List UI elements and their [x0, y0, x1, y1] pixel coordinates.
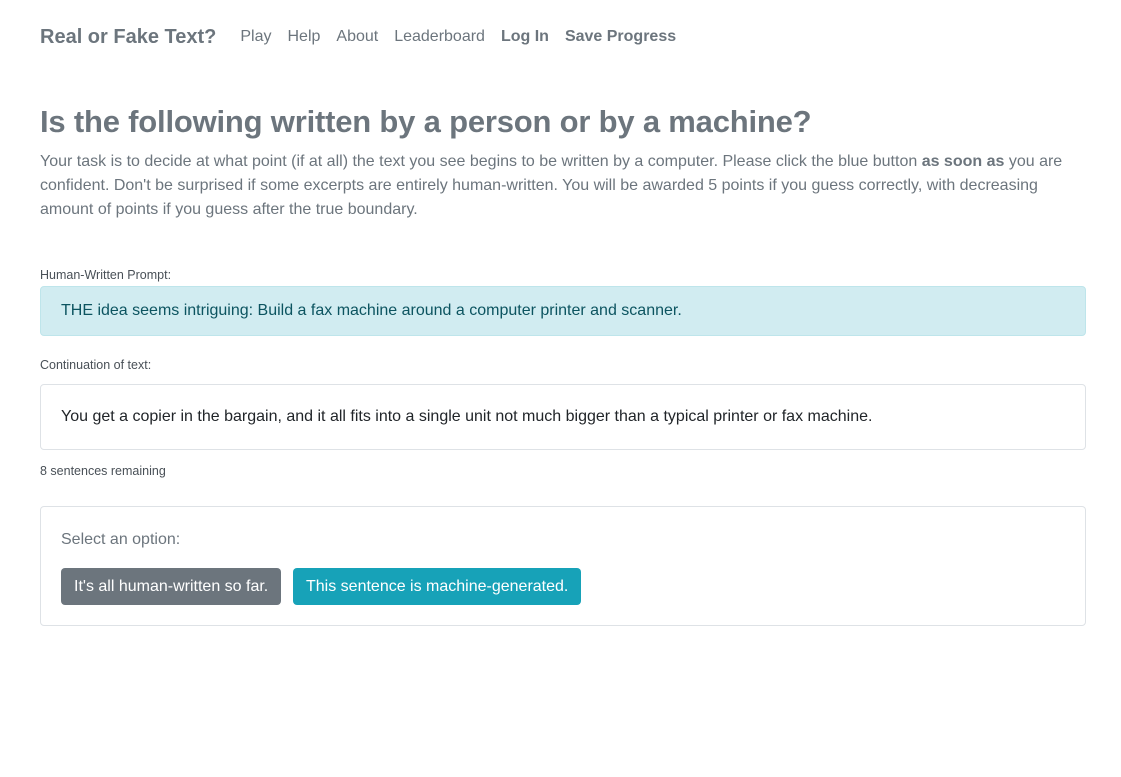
options-card: Select an option: It's all human-written…: [40, 506, 1086, 626]
continuation-box: You get a copier in the bargain, and it …: [40, 384, 1086, 450]
instructions-text-part1: Your task is to decide at what point (if…: [40, 153, 922, 170]
instructions-emphasis: as soon as: [921, 153, 1005, 170]
prompt-box: THE idea seems intriguing: Build a fax m…: [40, 286, 1086, 336]
machine-generated-button[interactable]: This sentence is machine-generated.: [293, 568, 582, 605]
nav-link-login[interactable]: Log In: [501, 28, 549, 46]
options-label: Select an option:: [61, 531, 181, 548]
nav-link-help[interactable]: Help: [287, 28, 320, 46]
task-instructions: Your task is to decide at what point (if…: [40, 150, 1090, 222]
nav-link-play[interactable]: Play: [240, 28, 271, 46]
human-written-button[interactable]: It's all human-written so far.: [61, 568, 282, 605]
brand-link[interactable]: Real or Fake Text?: [40, 26, 216, 49]
nav-link-save-progress[interactable]: Save Progress: [565, 28, 676, 46]
sentences-remaining: 8 sentences remaining: [40, 464, 166, 478]
prompt-text: THE idea seems intriguing: Build a fax m…: [61, 302, 682, 319]
page: Real or Fake Text? Play Help About Leade…: [0, 0, 1121, 777]
continuation-label: Continuation of text:: [40, 358, 152, 372]
navbar: Real or Fake Text? Play Help About Leade…: [40, 24, 692, 50]
page-title: Is the following written by a person or …: [40, 104, 812, 139]
nav-link-about[interactable]: About: [336, 28, 378, 46]
nav-link-leaderboard[interactable]: Leaderboard: [394, 28, 485, 46]
prompt-label: Human-Written Prompt:: [40, 268, 172, 282]
continuation-text: You get a copier in the bargain, and it …: [61, 408, 873, 425]
